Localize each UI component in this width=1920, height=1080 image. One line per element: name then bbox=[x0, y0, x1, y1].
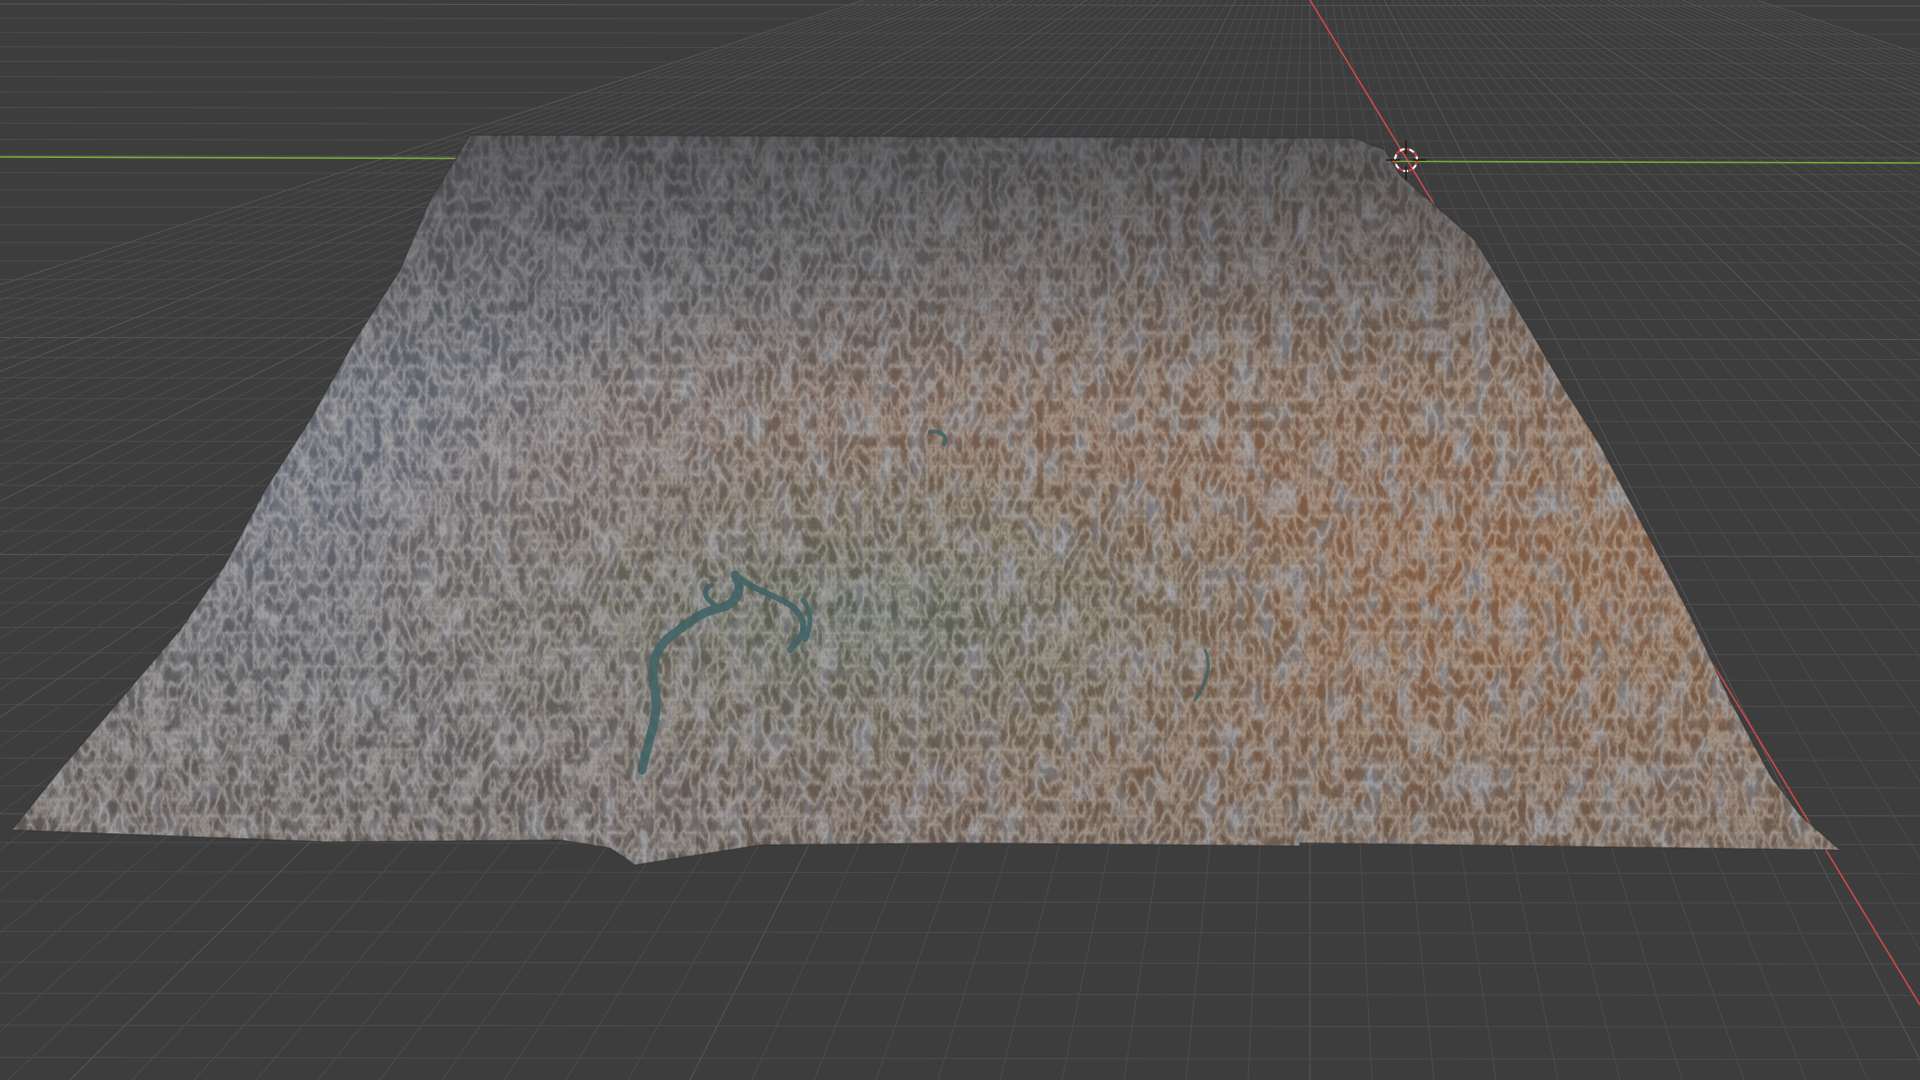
3d-viewport[interactable] bbox=[0, 0, 1920, 1080]
grid-line bbox=[0, 1057, 1920, 1060]
grid-line bbox=[0, 46, 1920, 50]
grid-line bbox=[0, 930, 1920, 934]
grid-line bbox=[0, 122, 1920, 126]
grid-line bbox=[0, 871, 1920, 875]
grid-line bbox=[0, 961, 1920, 965]
viewport-canvas[interactable] bbox=[0, 0, 1920, 1080]
grid-line bbox=[0, 992, 1920, 996]
grid-line bbox=[0, 1024, 1920, 1028]
grid-line bbox=[0, 17, 1920, 21]
grid-line bbox=[0, 900, 1920, 904]
grid-line bbox=[0, 31, 1920, 35]
grid-line bbox=[0, 76, 1920, 80]
